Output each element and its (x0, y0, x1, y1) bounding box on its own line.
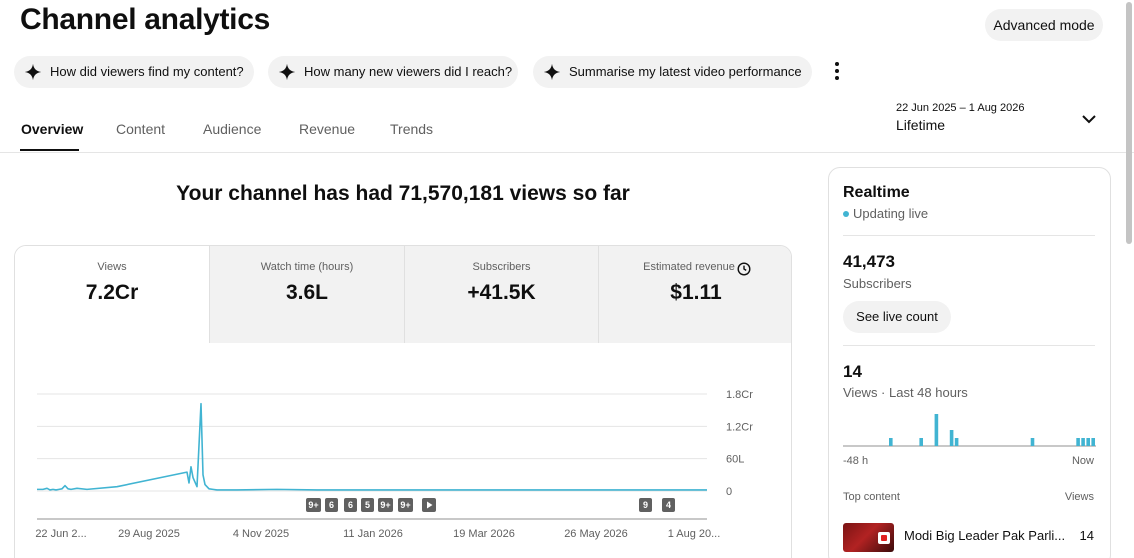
x-tick-label: 22 Jun 2... (35, 528, 86, 540)
realtime-status-text: Updating live (853, 206, 929, 221)
video-marker-badge[interactable]: 9+ (398, 498, 413, 512)
video-thumbnail[interactable] (843, 523, 894, 552)
video-marker-badge[interactable]: 9+ (378, 498, 393, 512)
y-tick-label: 0 (726, 486, 732, 498)
suggestion-chip-find-content[interactable]: How did viewers find my content? (14, 56, 254, 88)
tab-overview[interactable]: Overview (21, 121, 83, 137)
more-options-icon[interactable] (828, 60, 846, 82)
y-tick-label: 1.2Cr (726, 421, 753, 433)
realtime-bar (889, 438, 893, 446)
suggestion-chip-new-viewers[interactable]: How many new viewers did I reach? (268, 56, 518, 88)
top-content-video-views: 14 (1079, 528, 1094, 543)
page-title: Channel analytics (20, 3, 270, 36)
advanced-mode-button[interactable]: Advanced mode (985, 9, 1103, 41)
x-tick-label: 4 Nov 2025 (233, 528, 289, 540)
tabs-divider (0, 152, 1134, 153)
chevron-down-icon[interactable] (1080, 112, 1098, 126)
realtime-title: Realtime (843, 184, 910, 201)
top-content-label: Top content (843, 491, 900, 503)
x-tick-label: 29 Aug 2025 (118, 528, 180, 540)
sparkle-icon (278, 63, 296, 81)
tab-revenue[interactable]: Revenue (299, 121, 355, 137)
page-scrollbar[interactable] (1126, 2, 1132, 244)
realtime-bar (1081, 438, 1085, 446)
sparkle-icon (24, 63, 42, 81)
x-tick-label: 19 Mar 2026 (453, 528, 515, 540)
realtime-views-label: Views · Last 48 hours (843, 385, 968, 400)
y-tick-label: 60L (726, 454, 744, 466)
x-tick-label: 11 Jan 2026 (343, 528, 403, 540)
live-dot-icon (843, 211, 849, 217)
views-series-line (37, 402, 707, 491)
video-marker-badge[interactable]: 6 (325, 498, 338, 512)
suggestion-chip-label: How many new viewers did I reach? (304, 64, 513, 79)
date-range-text[interactable]: 22 Jun 2025 – 1 Aug 2026 (896, 102, 1024, 114)
realtime-bar (1086, 438, 1090, 446)
overview-card: Views 7.2Cr Watch time (hours) 3.6L Subs… (14, 245, 792, 558)
divider (843, 235, 1095, 236)
realtime-axis-start: -48 h (843, 455, 869, 467)
realtime-bar (954, 438, 959, 446)
realtime-status: Updating live (843, 206, 928, 221)
video-marker-badge[interactable]: 9+ (306, 498, 321, 512)
realtime-subscribers-label: Subscribers (843, 276, 912, 291)
realtime-axis-end: Now (1071, 455, 1094, 467)
tab-trends[interactable]: Trends (390, 121, 433, 137)
x-tick-label: 1 Aug 20... (668, 528, 721, 540)
active-tab-indicator (20, 149, 79, 151)
views-headline: Your channel has had 71,570,181 views so… (176, 182, 630, 205)
sparkle-icon (543, 63, 561, 81)
top-content-views-header: Views (1064, 491, 1094, 503)
video-marker-badge[interactable]: 6 (344, 498, 357, 512)
see-live-count-button[interactable]: See live count (843, 301, 951, 333)
top-content-video-title[interactable]: Modi Big Leader Pak Parli... (904, 528, 1065, 543)
suggestion-chip-label: How did viewers find my content? (50, 64, 244, 79)
realtime-bar (934, 414, 939, 446)
play-triangle-icon (427, 501, 433, 509)
realtime-bar (919, 438, 923, 446)
x-tick-label: 26 May 2026 (564, 528, 628, 540)
video-marker-badge[interactable]: 4 (662, 498, 675, 512)
suggestion-chip-label: Summarise my latest video performance (569, 64, 802, 79)
play-icon[interactable] (422, 498, 436, 512)
video-marker-badge[interactable]: 9 (639, 498, 652, 512)
y-tick-label: 1.8Cr (726, 389, 753, 401)
divider (843, 345, 1095, 346)
realtime-subscribers-value: 41,473 (843, 252, 895, 271)
tab-audience[interactable]: Audience (203, 121, 261, 137)
suggestion-chip-summarise-video[interactable]: Summarise my latest video performance (533, 56, 812, 88)
realtime-bar (949, 430, 954, 446)
realtime-bar (1030, 438, 1035, 446)
realtime-bar-chart (843, 414, 1096, 447)
date-preset-text[interactable]: Lifetime (896, 117, 945, 133)
tab-content[interactable]: Content (116, 121, 165, 137)
realtime-card: Realtime Updating live 41,473 Subscriber… (828, 167, 1111, 558)
realtime-views-value: 14 (843, 362, 862, 381)
video-marker-badge[interactable]: 5 (361, 498, 374, 512)
realtime-bar (1076, 438, 1080, 446)
shorts-icon (878, 532, 890, 544)
realtime-bar (1091, 438, 1095, 446)
